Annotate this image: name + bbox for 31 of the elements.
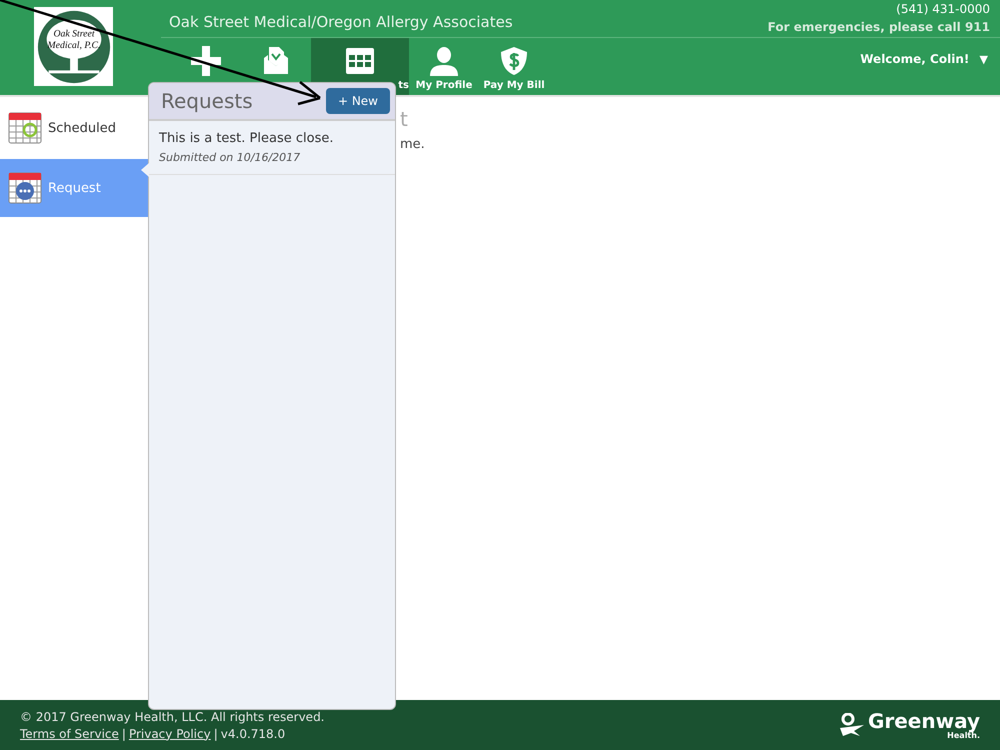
figure-logo-icon bbox=[838, 713, 865, 737]
brand-subtitle: Health. bbox=[947, 730, 980, 740]
person-icon bbox=[429, 46, 459, 76]
logo-text: Medical, P.C. bbox=[47, 39, 100, 50]
footer-link[interactable]: Privacy Policy bbox=[128, 726, 211, 740]
phone-number: (541) 431-0000 bbox=[896, 1, 990, 18]
user-menu[interactable]: Welcome, Colin! ▼ bbox=[860, 38, 1000, 95]
calendar-dots-icon bbox=[8, 172, 42, 204]
heading-fragment: t bbox=[400, 107, 408, 131]
separator: | bbox=[214, 726, 218, 740]
request-date: Submitted on 10/16/2017 bbox=[159, 151, 302, 164]
emergency-note: For emergencies, please call 911 bbox=[768, 19, 990, 36]
envelope-icon bbox=[261, 46, 291, 76]
request-subject: This is a test. Please close. bbox=[159, 131, 334, 146]
nav-tab[interactable]: My Profile bbox=[409, 38, 479, 95]
practice-name: Oak Street Medical/Oregon Allergy Associates bbox=[169, 13, 513, 33]
logo-text: Oak Street bbox=[52, 28, 94, 39]
request-item[interactable]: This is a test. Please close. Submitted on 10/16/2017 bbox=[149, 121, 395, 175]
dollar-shield-icon bbox=[499, 46, 529, 76]
copyright-text: © 2017 Greenway Health, LLC. All rights reserved. bbox=[20, 710, 324, 724]
brand-name: Greenway bbox=[868, 710, 980, 730]
new-button[interactable]: + New bbox=[326, 88, 390, 114]
footer-link[interactable]: Terms of Service bbox=[20, 726, 119, 740]
separator: | bbox=[122, 726, 126, 740]
calendar-grid-icon bbox=[345, 46, 375, 76]
plus-icon bbox=[191, 46, 221, 76]
message-fragment: me. bbox=[400, 137, 425, 152]
calendar-icon bbox=[8, 112, 42, 144]
version-text: v4.0.718.0 bbox=[220, 726, 286, 740]
popover-title: Requests bbox=[161, 89, 253, 113]
nav-tab[interactable]: Pay My Bill bbox=[479, 38, 549, 95]
